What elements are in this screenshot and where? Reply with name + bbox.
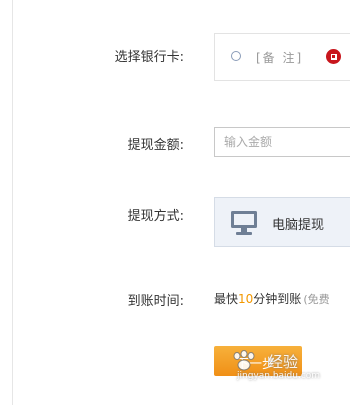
method-option-label: 电脑提现: [272, 218, 325, 233]
computer-monitor-icon: [231, 211, 257, 235]
card-note: [备 注]: [256, 51, 304, 65]
arrival-prefix: 最快: [214, 292, 239, 306]
amount-input[interactable]: [214, 127, 350, 157]
arrival-suffix: 分钟到账: [253, 292, 302, 306]
withdraw-form-page: 选择银行卡: [备 注] 提现金额: 提现方式: 电脑提现 到账时间: 最快10…: [0, 0, 350, 405]
arrival-time: 最快10分钟到账 (免费: [214, 290, 330, 307]
radio-unchecked-icon[interactable]: [231, 51, 241, 61]
arrival-label: 到账时间:: [127, 294, 184, 309]
arrival-note: (免费: [303, 293, 330, 306]
next-step-label: 下一步: [236, 357, 276, 372]
arrival-number: 10: [238, 292, 254, 306]
amount-label: 提现金额:: [127, 138, 184, 153]
bank-logo-icon: [326, 49, 341, 64]
bank-card-option[interactable]: [备 注]: [214, 33, 350, 81]
method-label: 提现方式:: [127, 209, 184, 224]
method-option-pc[interactable]: 电脑提现: [214, 197, 350, 247]
left-divider: [12, 0, 13, 405]
next-step-button[interactable]: 下一步: [214, 346, 302, 376]
card-label: 选择银行卡:: [114, 50, 184, 65]
